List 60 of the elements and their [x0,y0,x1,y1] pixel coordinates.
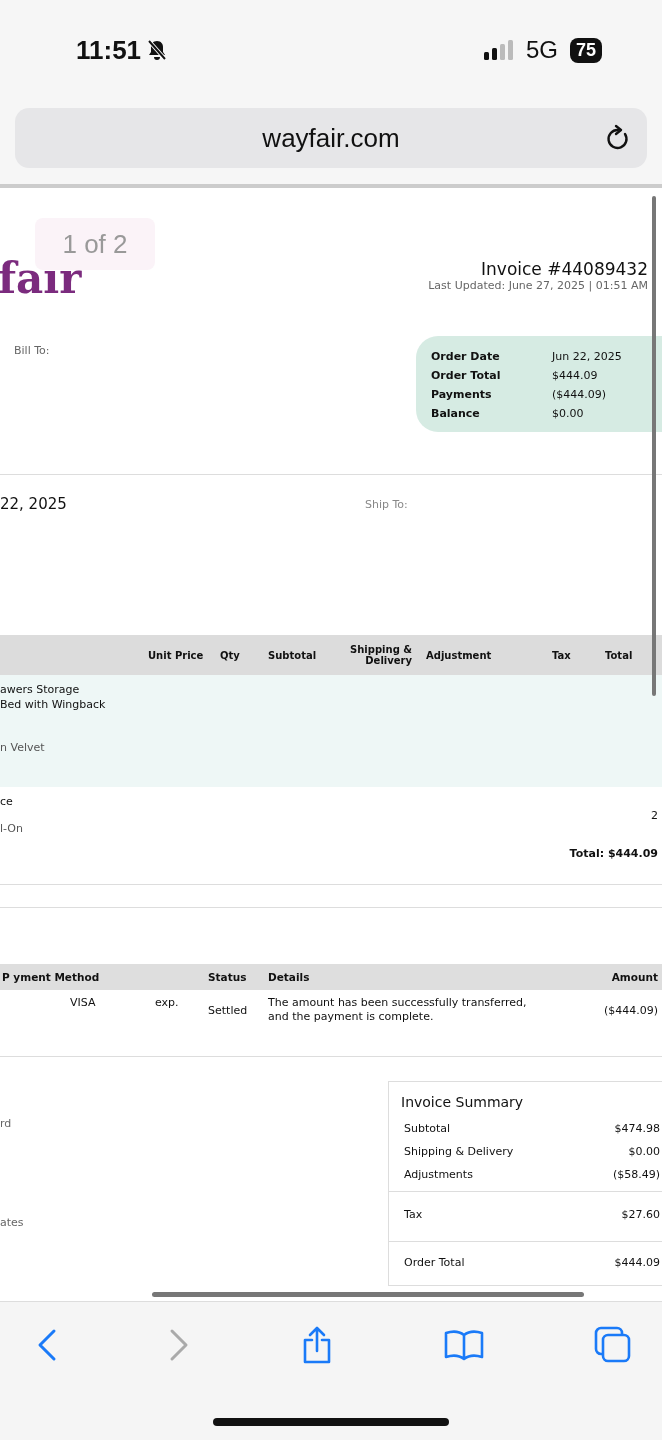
signal-icon [483,40,516,60]
bookmarks-button[interactable] [444,1329,484,1361]
status-time: 11:51 [76,34,142,66]
summary-label: Shipping & Delivery [404,1145,514,1158]
network-label: 5G [525,36,558,64]
summary-value: $474.98 [614,1122,660,1135]
table-cell-text: 2 [650,808,659,824]
info-value: $444.09 [552,369,598,382]
info-label: Order Total [431,369,502,382]
info-value: ($444.09) [552,388,607,401]
column-header: P yment Method [1,971,101,983]
column-header: Status [207,971,248,983]
table-cell-text: VISA [69,996,97,1011]
table-cell-text: ($444.09) [602,1003,659,1019]
item-description: n Velvet [0,741,46,754]
summary-title: Invoice Summary [400,1094,525,1110]
grand-total: Total: $444.09 [569,847,658,860]
column-header: Adjustment [425,649,493,661]
summary-value: $444.09 [614,1256,660,1269]
column-header: Unit Price [147,649,205,661]
page-indicator: 1 of 2 [35,218,155,270]
summary-value: $27.60 [621,1208,660,1221]
back-button[interactable] [36,1328,58,1362]
bill-to-label: Bill To: [14,344,50,357]
summary-value: ($58.49) [612,1168,660,1181]
table-cell-text: exp. [155,996,180,1011]
invoice-number: Invoice #44089432 [481,259,648,279]
last-updated: Last Updated: June 27, 2025 | 01:51 AM [428,279,648,292]
item-description: Bed with Wingback [0,698,107,711]
column-header: Amount [610,971,659,983]
info-value: $0.00 [552,407,584,420]
column-header: Total [604,649,634,661]
table-cell-text: The amount has been successfully transferred, and the payment is complete. [267,996,528,1026]
column-header: Subtotal [267,649,318,661]
summary-label: Adjustments [404,1168,473,1181]
info-label: Payments [431,388,493,401]
bell-muted-icon [147,39,168,61]
info-label: Order Date [431,350,501,363]
item-description: l-On [0,822,24,835]
table-cell-text: Settled [207,1003,249,1019]
column-header: Tax [551,649,572,661]
side-text: rd [0,1117,13,1130]
summary-label: Subtotal [404,1122,451,1135]
info-value: Jun 22, 2025 [552,350,622,363]
address-bar[interactable]: wayfair.com [15,108,647,168]
ship-to-label: Ship To: [365,497,408,513]
reload-icon[interactable] [605,124,631,152]
order-date: 22, 2025 [0,495,68,515]
tabs-button[interactable] [594,1326,632,1364]
summary-value: $0.00 [628,1145,660,1158]
side-text: ates [0,1216,24,1229]
column-header: Details [267,971,311,983]
item-description: ce [0,795,14,808]
battery-level: 75 [569,37,602,63]
summary-label: Tax [404,1208,423,1221]
info-label: Balance [431,407,481,420]
summary-label: Order Total [404,1256,465,1269]
column-header: Qty [219,649,241,661]
column-header: Shipping & Delivery [349,644,413,666]
item-description: awers Storage [0,683,81,696]
